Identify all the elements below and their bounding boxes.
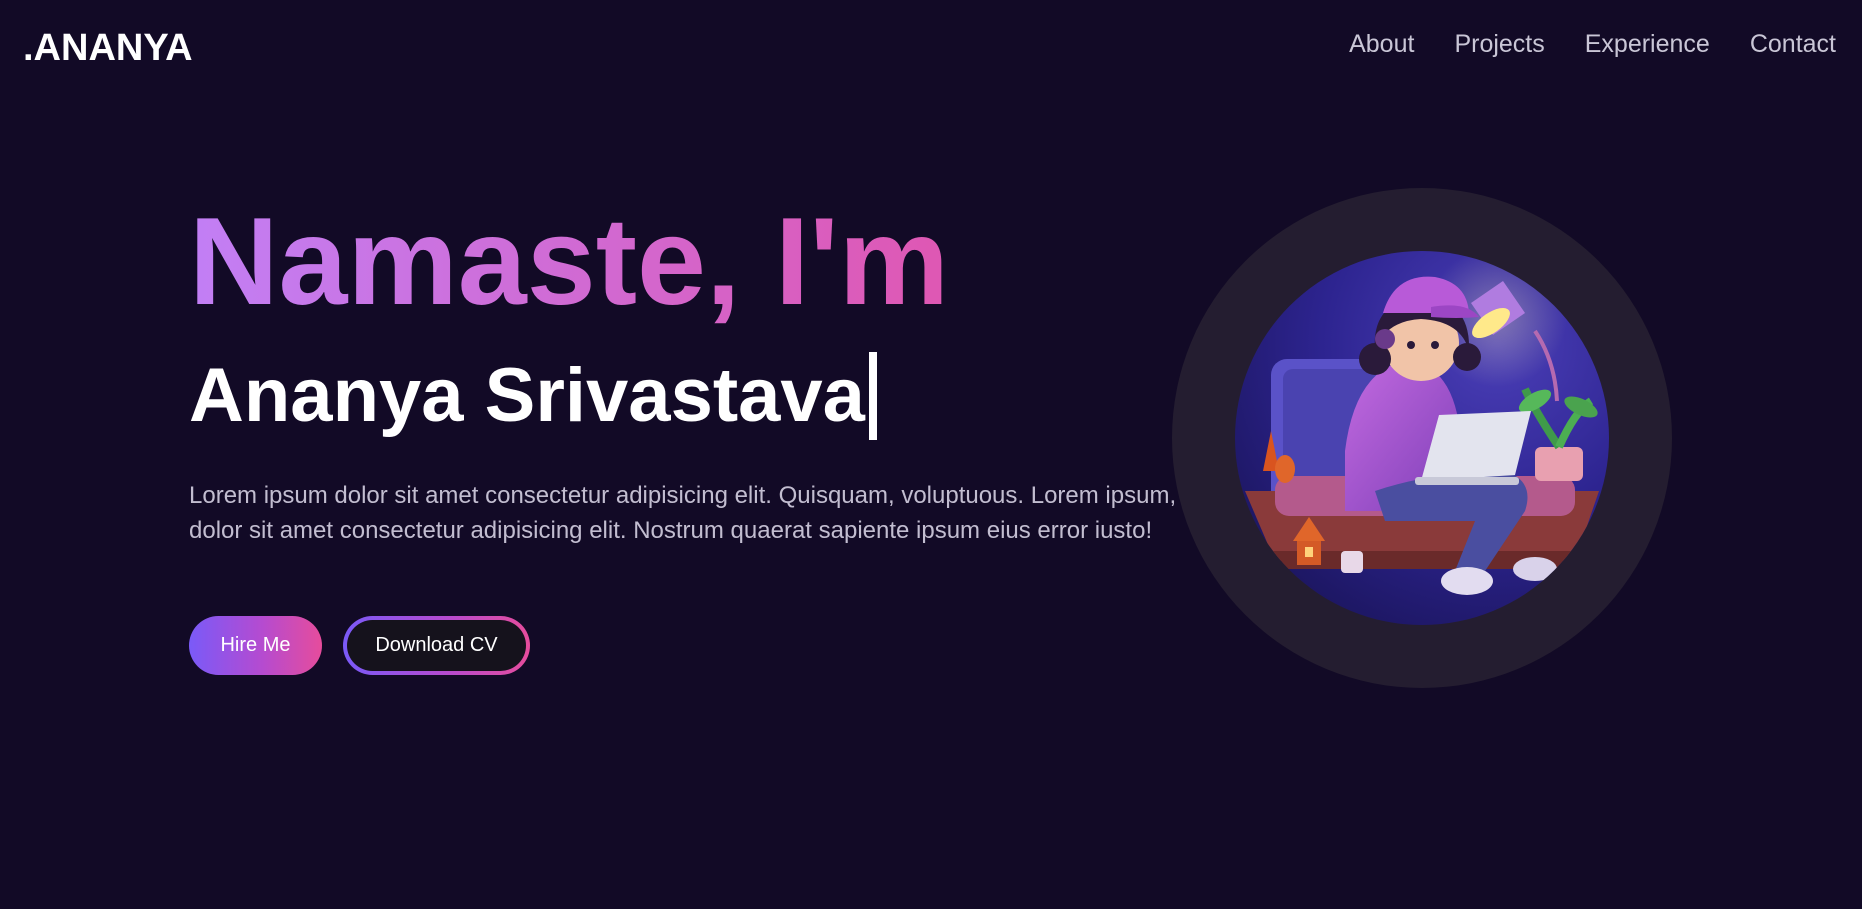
nav-link-experience[interactable]: Experience <box>1585 30 1710 59</box>
avatar-illustration <box>1235 251 1609 625</box>
hero-buttons: Hire Me Download CV <box>189 616 530 675</box>
download-cv-button-border: Download CV <box>343 616 530 675</box>
nav-links: About Projects Experience Contact <box>1349 30 1836 59</box>
hire-me-button[interactable]: Hire Me <box>189 616 322 675</box>
nav-link-about[interactable]: About <box>1349 30 1414 59</box>
avatar-image <box>1235 251 1609 625</box>
nav-link-projects[interactable]: Projects <box>1454 30 1544 59</box>
hero-name: Ananya Srivastava <box>189 353 865 438</box>
download-cv-button[interactable]: Download CV <box>347 620 526 671</box>
typing-cursor <box>868 352 877 440</box>
navbar: .ANANYA About Projects Experience Contac… <box>0 0 1862 100</box>
nav-link-contact[interactable]: Contact <box>1750 30 1836 59</box>
hero-intro: Namaste, I'm Ananya Srivastava Lorem ips… <box>189 200 1189 572</box>
hero-description: Lorem ipsum dolor sit amet consectetur a… <box>189 482 1177 544</box>
hero-name-line: Ananya Srivastava <box>189 352 1189 440</box>
site-logo[interactable]: .ANANYA <box>23 27 193 70</box>
hero-greeting: Namaste, I'm <box>189 200 1189 324</box>
avatar-ring <box>1172 188 1672 688</box>
